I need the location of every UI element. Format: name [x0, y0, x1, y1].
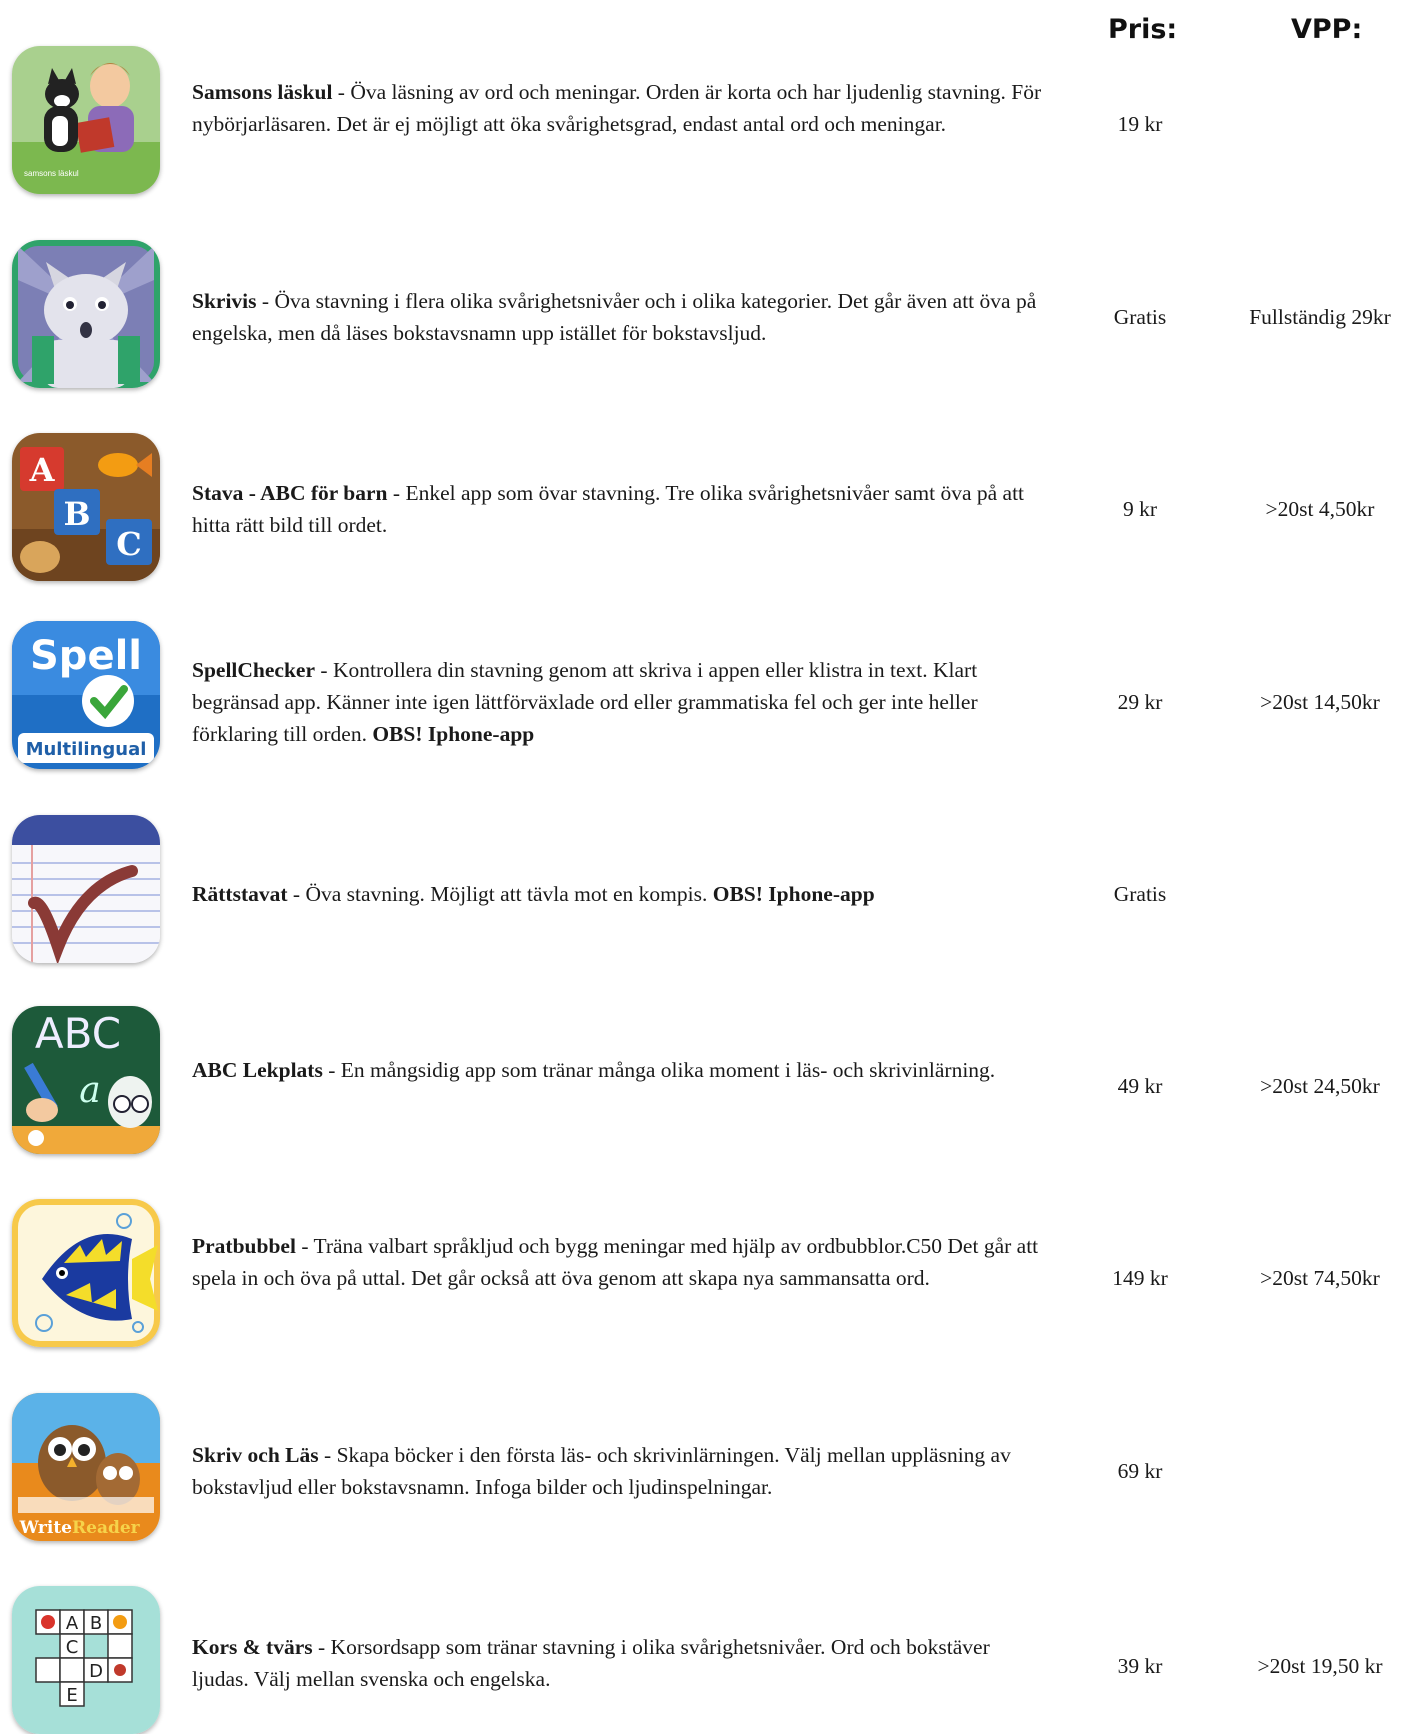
app-description: Kors & tvärs - Korsordsapp som tränar st…: [192, 1631, 1042, 1695]
name-separator: -: [387, 481, 406, 505]
grid-letter-b: B: [90, 1613, 102, 1634]
name-separator: -: [256, 289, 275, 313]
app-description: Samsons läskul - Öva läsning av ord och …: [192, 76, 1042, 140]
app-vpp-price: >20st 24,50kr: [1260, 1074, 1380, 1098]
app-price: 149 kr: [1112, 1266, 1168, 1290]
grid-letter-c: C: [66, 1637, 79, 1658]
app-description: Skrivis - Öva stavning i flera olika svå…: [192, 285, 1042, 349]
obs-note: OBS! Iphone-app: [712, 882, 875, 906]
abc-blocks-icon[interactable]: A B C: [12, 433, 160, 581]
app-description: Stava - ABC för barn - Enkel app som öva…: [192, 477, 1042, 541]
app-name: Rättstavat: [192, 882, 288, 906]
app-vpp-price: >20st 19,50 kr: [1257, 1654, 1383, 1678]
icon-spell-text: Spell: [30, 633, 142, 679]
name-separator: -: [315, 658, 333, 682]
name-separator: -: [332, 80, 351, 104]
app-price: 29 kr: [1117, 690, 1163, 714]
fish-icon[interactable]: [12, 1199, 160, 1347]
app-description: Rättstavat - Öva stavning. Möjligt att t…: [192, 878, 1042, 910]
name-separator: -: [312, 1635, 331, 1659]
icon-small-label: samsons läskul: [24, 169, 79, 178]
app-name: Stava - ABC för barn: [192, 481, 388, 505]
app-vpp-price: >20st 4,50kr: [1265, 497, 1375, 521]
app-vpp-price: >20st 14,50kr: [1260, 690, 1380, 714]
app-price: 19 kr: [1117, 112, 1163, 136]
grid-letter-e: E: [66, 1685, 77, 1706]
app-description-text: Öva stavning i flera olika svårighetsniv…: [192, 289, 1037, 345]
app-price: 9 kr: [1122, 497, 1158, 521]
name-separator: -: [287, 882, 306, 906]
rattstavat-notepad-icon[interactable]: [12, 815, 160, 963]
icon-reader-text: Reader: [72, 1518, 141, 1538]
icon-write-text: Write: [19, 1518, 73, 1538]
app-price: 69 kr: [1117, 1459, 1163, 1483]
app-vpp-price: Fullständig 29kr: [1249, 305, 1391, 329]
app-price: Gratis: [1113, 882, 1167, 906]
app-price: 49 kr: [1117, 1074, 1163, 1098]
icon-multilingual-text: Multilingual: [26, 739, 147, 760]
icon-abc-text: ABC: [35, 1009, 121, 1058]
icon-a-script: a: [79, 1070, 100, 1111]
name-separator: -: [295, 1234, 314, 1258]
skrivis-cat-icon[interactable]: [12, 240, 160, 388]
block-letter-b: B: [63, 495, 90, 533]
samsons-laskul-icon[interactable]: samsons läskul: [12, 46, 160, 194]
spellchecker-icon[interactable]: Spell Multilingual: [12, 621, 160, 769]
app-name: ABC Lekplats: [192, 1058, 323, 1082]
block-letter-c: C: [116, 525, 141, 563]
grid-letter-d: D: [89, 1661, 103, 1682]
app-price: Gratis: [1113, 305, 1167, 329]
app-name: Pratbubbel: [192, 1234, 296, 1258]
app-description-text: En mångsidig app som tränar många olika …: [340, 1058, 996, 1082]
price-column-header: Pris:: [1108, 14, 1178, 45]
name-separator: -: [322, 1058, 341, 1082]
app-name: Samsons läskul: [192, 80, 333, 104]
abc-chalkboard-icon[interactable]: ABC a: [12, 1006, 160, 1154]
block-letter-a: A: [29, 451, 56, 489]
name-separator: -: [318, 1443, 337, 1467]
app-name: Kors & tvärs: [192, 1635, 313, 1659]
app-description: Pratbubbel - Träna valbart språkljud och…: [192, 1230, 1042, 1294]
app-description-text: Träna valbart språkljud och bygg meninga…: [192, 1234, 1039, 1290]
app-name: Skrivis: [192, 289, 257, 313]
app-name: Skriv och Läs: [192, 1443, 319, 1467]
app-vpp-price: >20st 74,50kr: [1260, 1266, 1380, 1290]
app-description: ABC Lekplats - En mångsidig app som trän…: [192, 1054, 1042, 1086]
crossword-icon[interactable]: A B C D E: [12, 1586, 160, 1734]
grid-letter-a: A: [66, 1613, 79, 1634]
app-description: Skriv och Läs - Skapa böcker i den först…: [192, 1439, 1042, 1503]
obs-note: OBS! Iphone-app: [372, 722, 535, 746]
owl-writereader-icon[interactable]: Write Reader: [12, 1393, 160, 1541]
app-name: SpellChecker: [192, 658, 316, 682]
app-description: SpellChecker - Kontrollera din stavning …: [192, 654, 1042, 750]
vpp-column-header: VPP:: [1291, 14, 1363, 45]
app-price: 39 kr: [1117, 1654, 1163, 1678]
app-description-text: Öva stavning. Möjligt att tävla mot en k…: [305, 882, 713, 906]
